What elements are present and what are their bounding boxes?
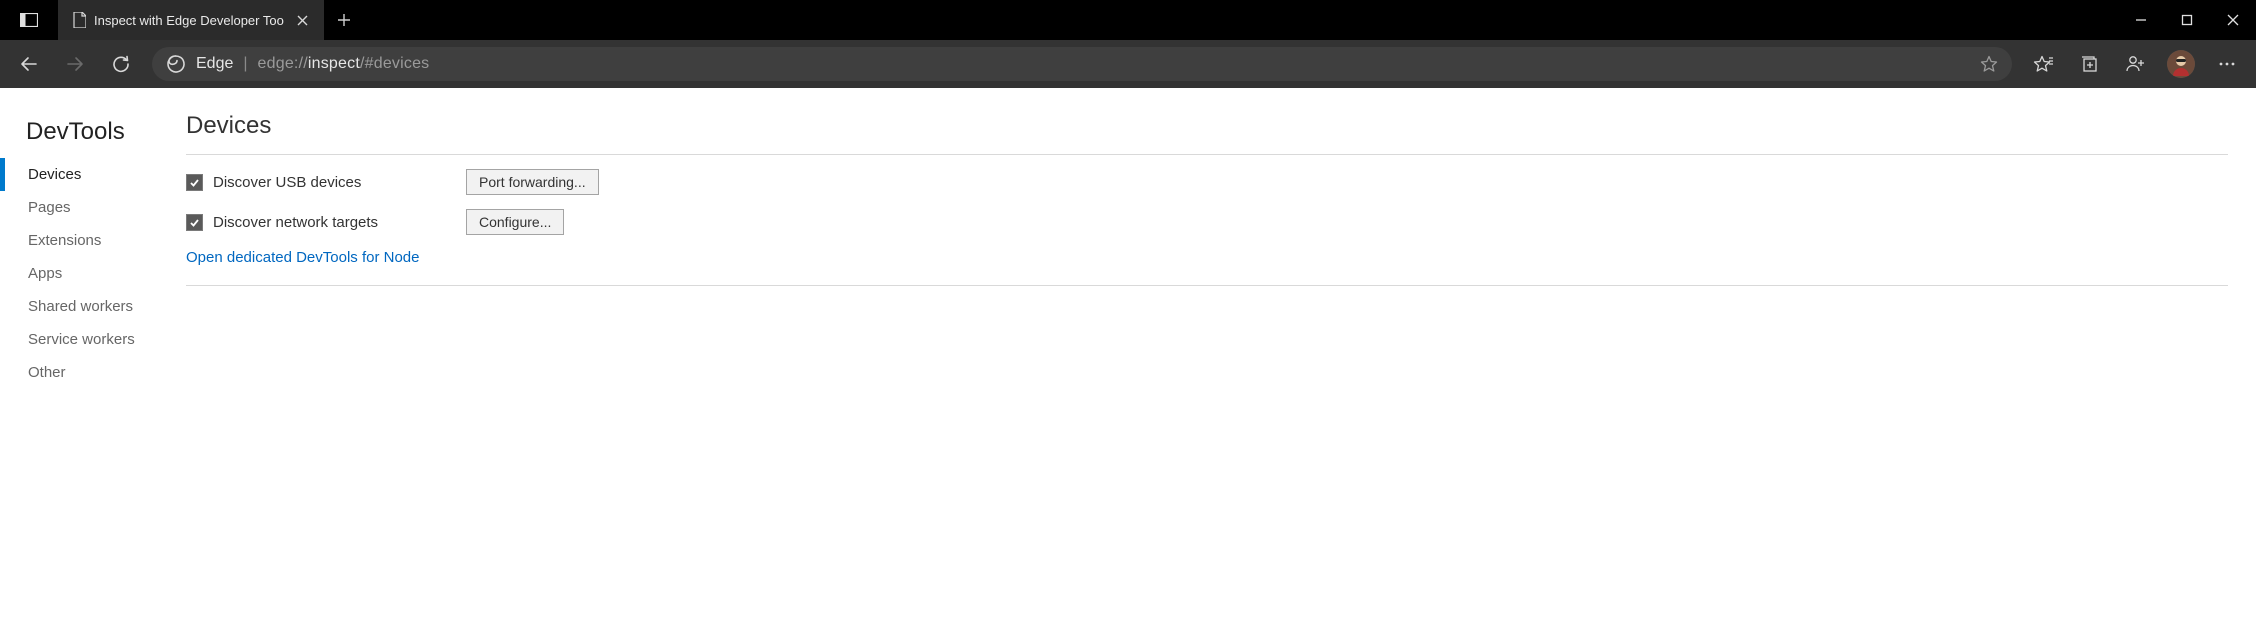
sidebar-item-label: Apps — [28, 265, 62, 282]
refresh-button[interactable] — [100, 46, 142, 82]
discover-usb-checkbox-group: Discover USB devices — [186, 174, 466, 191]
minimize-button[interactable] — [2118, 0, 2164, 40]
favorites-icon — [2033, 55, 2053, 73]
configure-button[interactable]: Configure... — [466, 209, 564, 235]
favorites-button[interactable] — [2022, 46, 2064, 82]
discover-network-label: Discover network targets — [213, 214, 378, 231]
maximize-button[interactable] — [2164, 0, 2210, 40]
collections-button[interactable] — [2068, 46, 2110, 82]
refresh-icon — [112, 55, 130, 73]
site-identity-label: Edge — [196, 55, 233, 73]
profile-menu-button[interactable] — [2114, 46, 2156, 82]
sidebar-title: DevTools — [0, 114, 182, 158]
checkmark-icon — [189, 177, 200, 188]
maximize-icon — [2181, 14, 2193, 26]
forward-button[interactable] — [54, 46, 96, 82]
titlebar: Inspect with Edge Developer Too — [0, 0, 2256, 40]
tab-strip: Inspect with Edge Developer Too — [58, 0, 364, 40]
close-icon — [297, 15, 308, 26]
close-icon — [2227, 14, 2239, 26]
favorite-button[interactable] — [1980, 55, 1998, 73]
plus-icon — [337, 13, 351, 27]
sidebar-item-pages[interactable]: Pages — [0, 191, 182, 224]
collections-icon — [2080, 55, 2098, 73]
discover-usb-label: Discover USB devices — [213, 174, 361, 191]
sidebar-item-label: Other — [28, 364, 66, 381]
usb-row: Discover USB devices Port forwarding... — [186, 169, 2228, 195]
tab-close-button[interactable] — [292, 9, 314, 31]
tab-actions-icon — [20, 13, 38, 27]
main-panel: Devices Discover USB devices Port forwar… — [182, 108, 2256, 626]
avatar-icon — [2167, 50, 2195, 78]
page-favicon-icon — [72, 12, 86, 28]
address-bar[interactable]: Edge | edge://inspect/#devices — [152, 47, 2012, 81]
devices-section: Discover USB devices Port forwarding... … — [186, 154, 2228, 286]
settings-menu-button[interactable] — [2206, 46, 2248, 82]
sidebar-item-service-workers[interactable]: Service workers — [0, 323, 182, 356]
tab-title: Inspect with Edge Developer Too — [94, 13, 284, 28]
sidebar: DevTools Devices Pages Extensions Apps S… — [0, 108, 182, 626]
profile-avatar[interactable] — [2160, 46, 2202, 82]
url-text: edge://inspect/#devices — [258, 55, 430, 73]
separator: | — [243, 55, 247, 73]
back-arrow-icon — [20, 55, 38, 73]
sidebar-item-other[interactable]: Other — [0, 356, 182, 389]
edge-logo-icon — [166, 54, 186, 74]
page-title: Devices — [186, 108, 2228, 154]
sidebar-item-label: Extensions — [28, 232, 101, 249]
sidebar-item-extensions[interactable]: Extensions — [0, 224, 182, 257]
sidebar-item-devices[interactable]: Devices — [0, 158, 182, 191]
discover-network-checkbox[interactable] — [186, 214, 203, 231]
more-icon — [2218, 55, 2236, 73]
active-tab[interactable]: Inspect with Edge Developer Too — [58, 0, 324, 40]
star-icon — [1980, 55, 1998, 73]
tab-actions-button[interactable] — [0, 0, 58, 40]
discover-usb-checkbox[interactable] — [186, 174, 203, 191]
avatar — [2167, 50, 2195, 78]
window-controls — [2118, 0, 2256, 40]
sidebar-item-label: Pages — [28, 199, 71, 216]
sidebar-item-label: Devices — [28, 166, 81, 183]
sidebar-item-label: Shared workers — [28, 298, 133, 315]
sidebar-item-label: Service workers — [28, 331, 135, 348]
page-content: DevTools Devices Pages Extensions Apps S… — [0, 88, 2256, 626]
back-button[interactable] — [8, 46, 50, 82]
person-icon — [2125, 55, 2145, 73]
browser-toolbar: Edge | edge://inspect/#devices — [0, 40, 2256, 88]
forward-arrow-icon — [66, 55, 84, 73]
close-window-button[interactable] — [2210, 0, 2256, 40]
port-forwarding-button[interactable]: Port forwarding... — [466, 169, 599, 195]
open-devtools-node-link[interactable]: Open dedicated DevTools for Node — [186, 249, 419, 266]
new-tab-button[interactable] — [324, 0, 364, 40]
sidebar-item-apps[interactable]: Apps — [0, 257, 182, 290]
minimize-icon — [2135, 14, 2147, 26]
checkmark-icon — [189, 217, 200, 228]
discover-network-checkbox-group: Discover network targets — [186, 214, 466, 231]
network-row: Discover network targets Configure... — [186, 209, 2228, 235]
sidebar-item-shared-workers[interactable]: Shared workers — [0, 290, 182, 323]
